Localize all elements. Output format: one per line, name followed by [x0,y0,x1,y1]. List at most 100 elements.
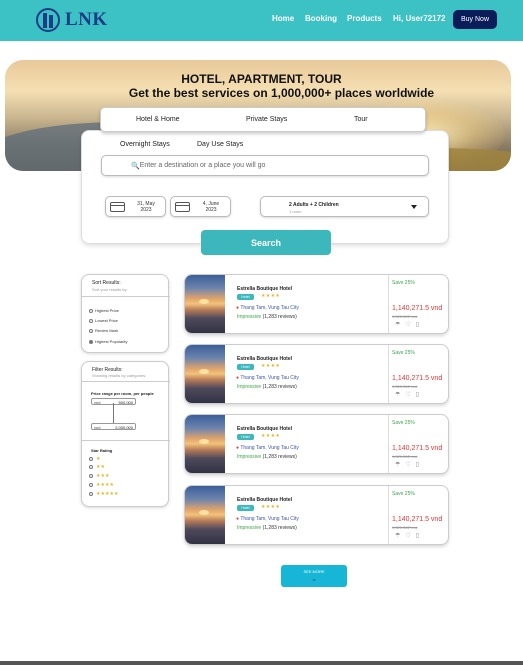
checkin-date: 31, May 2023 [128,201,164,213]
rooms-value: 1 room [289,209,302,214]
divider [388,345,389,403]
category-tabs: Hotel & Home Private Stays Tour [100,107,426,132]
cart-icon[interactable]: ☂ [395,321,400,328]
double-chevron-down-icon: ⌄ [311,576,317,583]
location-pin-icon: ● [236,445,240,451]
sort-option-review-mark[interactable]: Review Mark [89,328,118,333]
checkout-year: 2023 [205,207,217,213]
cart-icon[interactable]: ☂ [395,461,400,468]
hotel-old-price: 1,520,362 vnd [392,314,418,319]
search-icon: 🔍 [131,162,140,170]
divider [388,415,389,473]
hotel-card[interactable]: Estrella Boutique Hotel Hotel ★★★★ ● Tha… [184,485,449,545]
logo[interactable]: LNK [36,8,108,32]
heart-icon[interactable]: ♡ [405,321,410,328]
checkin-year: 2023 [140,207,152,213]
hotel-price: 1,140,271.5 vnd [392,516,443,523]
hotel-reviews: Impressive (1,283 reviews) [237,525,297,531]
hotel-image[interactable] [185,275,225,333]
sort-option-label: Review Mark [95,328,119,333]
guests-value: 2 Adults + 2 Children [289,202,339,208]
star-icon: ★★★★★ [96,491,119,497]
tab-private-stays[interactable]: Private Stays [246,116,287,123]
see-more-button[interactable]: SEE MORE ⌄ [281,565,347,587]
checkout-date: 4, June 2023 [193,201,229,213]
hotel-name[interactable]: Estrella Boutique Hotel [237,286,292,292]
star-filter-3[interactable]: ★★★ [89,473,109,479]
star-icon: ★★★★ [96,482,114,488]
bookmark-icon[interactable]: ▯ [416,391,419,398]
hotel-actions: ☂ ♡ ▯ [395,321,419,328]
hotel-reviews: Impressive (1,283 reviews) [237,454,297,460]
hotel-location: ● Thang Tam, Vung Tau City [236,375,299,381]
hotel-image[interactable] [185,345,225,403]
nav-booking-link[interactable]: Booking [305,14,337,23]
guests-dropdown[interactable]: 2 Adults + 2 Children 1 room [260,196,429,217]
hotel-type-badge: Hotel [237,434,254,440]
discount-label: Save 25% [392,350,415,356]
heart-icon[interactable]: ♡ [405,532,410,539]
price-min-input[interactable]: vnd 2.000.000 [91,423,136,430]
top-navbar: LNK Home Booking Products Hi, User72172 … [0,0,523,41]
radio-icon [89,474,93,478]
hero-subtitle: Get the best services on 1,000,000+ plac… [128,86,435,100]
review-count: (1,283 reviews) [262,314,297,320]
cart-icon[interactable]: ☂ [395,391,400,398]
hotel-image[interactable] [185,486,225,544]
sort-option-lowest-price[interactable]: Lowest Price [89,318,118,323]
calendar-icon [175,202,190,212]
destination-input[interactable]: 🔍 Enter a destination or a place you wil… [101,155,429,176]
hotel-name[interactable]: Estrella Boutique Hotel [237,356,292,362]
bookmark-icon[interactable]: ▯ [416,321,419,328]
cart-icon[interactable]: ☂ [395,532,400,539]
search-button[interactable]: Search [201,230,331,255]
star-rating-icon: ★★★★ [261,293,281,299]
currency-label: vnd [94,400,101,405]
star-filter-2[interactable]: ★★ [89,464,105,470]
buy-now-button[interactable]: Buy Now [453,10,497,29]
star-filter-5[interactable]: ★★★★★ [89,491,118,497]
hotel-card[interactable]: Estrella Boutique Hotel Hotel ★★★★ ● Tha… [184,344,449,404]
nav-home-link[interactable]: Home [272,14,294,23]
heart-icon[interactable]: ♡ [405,391,410,398]
price-range-slider[interactable] [113,403,114,423]
price-range-label: Price range per room, per people [91,391,154,396]
hotel-name[interactable]: Estrella Boutique Hotel [237,426,292,432]
checkin-date-picker[interactable]: 31, May 2023 [105,196,166,217]
radio-icon [89,457,93,461]
checkout-date-picker[interactable]: 4, June 2023 [170,196,231,217]
tab-day-use-stays[interactable]: Day Use Stays [197,141,243,148]
hotel-location: ● Thang Tam, Vung Tau City [236,516,299,522]
sort-option-highest-popularity[interactable]: Highest Popularity [89,339,127,344]
bookmark-icon[interactable]: ▯ [416,461,419,468]
hotel-card[interactable]: Estrella Boutique Hotel Hotel ★★★★ ● Tha… [184,274,449,334]
tab-tour[interactable]: Tour [354,116,368,123]
hotel-card[interactable]: Estrella Boutique Hotel Hotel ★★★★ ● Tha… [184,414,449,474]
divider [388,275,389,333]
star-icon: ★ [96,456,101,462]
heart-icon[interactable]: ♡ [405,461,410,468]
hotel-old-price: 1,520,362 vnd [392,525,418,530]
hotel-type-badge: Hotel [237,294,254,300]
hotel-name[interactable]: Estrella Boutique Hotel [237,497,292,503]
tab-hotel-home[interactable]: Hotel & Home [136,116,180,123]
star-rating-icon: ★★★★ [261,504,281,510]
radio-icon [89,465,93,469]
hotel-type-badge: Hotel [237,505,254,511]
divider [82,440,170,441]
star-filter-4[interactable]: ★★★★ [89,482,114,488]
user-greeting-link[interactable]: Hi, User72172 [393,14,445,23]
sort-title: Sort Results: [92,280,121,286]
star-filter-1[interactable]: ★ [89,456,100,462]
radio-icon [89,328,93,333]
sort-option-highest-price[interactable]: Highest Price [89,308,119,313]
hotel-image[interactable] [185,415,225,473]
bookmark-icon[interactable]: ▯ [416,532,419,539]
hotel-reviews: Impressive (1,283 reviews) [237,314,297,320]
location-pin-icon: ● [236,305,240,311]
hotel-location-text: Thang Tam, Vung Tau City [240,516,299,522]
nav-products-link[interactable]: Products [347,14,382,23]
star-rating-title: Star Rating [91,448,113,453]
tab-overnight-stays[interactable]: Overnight Stays [120,141,170,148]
hotel-location-text: Thang Tam, Vung Tau City [240,375,299,381]
